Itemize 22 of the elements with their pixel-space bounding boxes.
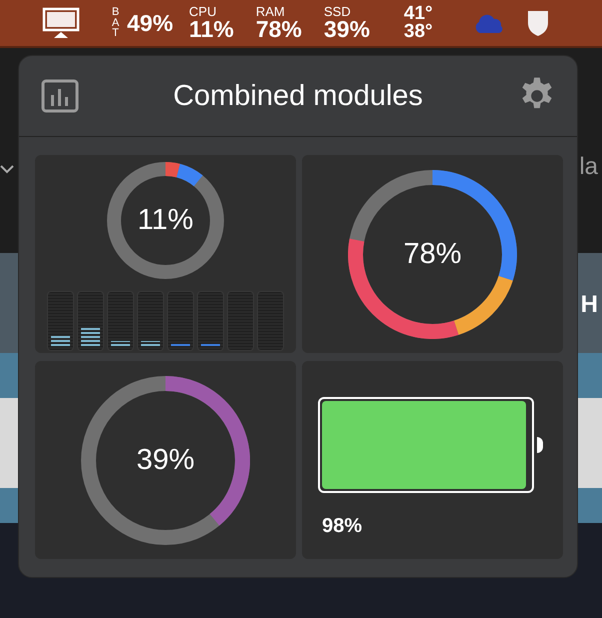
temperature: 38°: [404, 23, 433, 42]
battery-tip: [537, 437, 543, 453]
usage-reading: 78%: [403, 238, 462, 271]
stat-value: 11%: [189, 18, 234, 41]
battery-label: BAT: [110, 7, 120, 39]
stat-value: 78%: [256, 18, 302, 41]
background-text: H: [580, 291, 598, 319]
usage-reading: 11%: [138, 204, 194, 237]
stat-label: RAM: [256, 5, 285, 18]
chevron-down-icon[interactable]: [0, 164, 14, 174]
monitor-icon[interactable]: [42, 7, 80, 39]
chart-icon[interactable]: [41, 79, 79, 113]
stat-label: CPU: [189, 5, 216, 18]
usage-reading: 39%: [136, 444, 195, 477]
battery-reading: 98%: [322, 515, 362, 538]
battery-value: 49%: [127, 10, 174, 36]
shield-icon[interactable]: [526, 9, 549, 37]
stat-value: 39%: [324, 18, 370, 41]
popup-title: Combined modules: [173, 80, 423, 112]
background-text: la: [579, 153, 598, 181]
temperature: 41°: [404, 4, 433, 23]
stat-label: SSD: [324, 5, 351, 18]
